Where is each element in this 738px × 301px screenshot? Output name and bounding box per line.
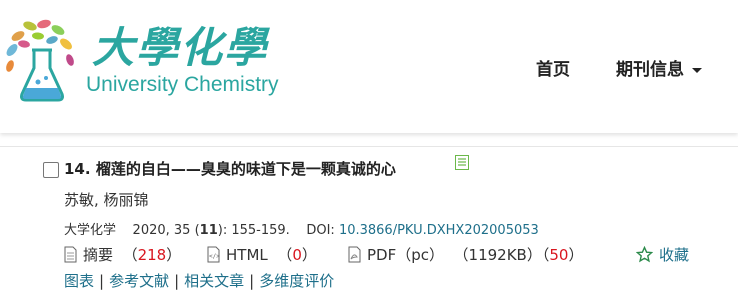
abstract-metric[interactable]: 摘要 （218） bbox=[64, 244, 181, 265]
article-select-checkbox[interactable] bbox=[43, 162, 59, 178]
caret-down-icon bbox=[692, 67, 702, 73]
article-links: 图表 | 参考文献 | 相关文章 | 多维度评价 bbox=[64, 270, 334, 291]
nav-journal-info-label: 期刊信息 bbox=[616, 60, 684, 80]
html-count-open: （ bbox=[277, 246, 293, 264]
logo-chinese-text[interactable]: 大學化學 bbox=[92, 14, 268, 75]
pdf-count: 50 bbox=[549, 246, 569, 264]
pdf-size: （1192KB） bbox=[453, 246, 542, 264]
abstract-label: 摘要 bbox=[83, 246, 114, 264]
abstract-count-close: ） bbox=[166, 246, 182, 264]
nav-journal-info-dropdown[interactable]: 期刊信息 bbox=[616, 55, 702, 80]
link-separator: | bbox=[99, 272, 105, 290]
favorite-label: 收藏 bbox=[659, 246, 690, 264]
article-title-text[interactable]: 榴莲的自白——臭臭的味道下是一颗真诚的心 bbox=[96, 160, 396, 178]
link-separator: | bbox=[249, 272, 255, 290]
html-label: HTML bbox=[226, 246, 268, 264]
html-count: 0 bbox=[292, 246, 302, 264]
link-figures[interactable]: 图表 bbox=[64, 272, 94, 290]
article-citation: 大学化学 2020, 35 (11): 155-159. DOI: 10.386… bbox=[64, 219, 539, 238]
html-metric[interactable]: </> HTML （0） bbox=[207, 244, 317, 265]
html-count-close: ） bbox=[301, 246, 317, 264]
link-related-articles[interactable]: 相关文章 bbox=[184, 272, 244, 290]
link-references[interactable]: 参考文献 bbox=[109, 272, 169, 290]
doi-link[interactable]: 10.3866/PKU.DXHX202005053 bbox=[339, 223, 539, 238]
pdf-label: PDF（pc） bbox=[367, 246, 444, 264]
link-separator: | bbox=[174, 272, 180, 290]
abstract-icon bbox=[64, 246, 77, 263]
article-title[interactable]: 14. 榴莲的自白——臭臭的味道下是一颗真诚的心 bbox=[64, 158, 396, 179]
article-authors: 苏敏, 杨丽锦 bbox=[64, 191, 149, 209]
pages: ): 155-159. bbox=[217, 223, 290, 238]
pdf-count-close: ） bbox=[568, 246, 584, 264]
journal-name: 大学化学 bbox=[64, 223, 117, 238]
logo-flask-tree-icon[interactable] bbox=[2, 16, 80, 106]
star-icon bbox=[636, 246, 653, 263]
link-multi-evaluation[interactable]: 多维度评价 bbox=[259, 272, 334, 290]
divider bbox=[0, 146, 738, 147]
article-number: 14. bbox=[64, 160, 91, 178]
nav-home-link[interactable]: 首页 bbox=[536, 55, 570, 80]
issue-number: 11 bbox=[199, 223, 218, 238]
favorite-button[interactable]: 收藏 bbox=[636, 244, 689, 265]
site-header: 大學化學 University Chemistry 首页 期刊信息 bbox=[0, 0, 738, 133]
logo-english-text[interactable]: University Chemistry bbox=[86, 73, 279, 97]
html-icon: </> bbox=[207, 246, 220, 263]
pdf-icon bbox=[348, 246, 361, 263]
year-volume: 2020, 35 ( bbox=[132, 223, 200, 238]
doi-label: DOI: bbox=[306, 223, 335, 238]
document-icon[interactable] bbox=[455, 155, 469, 170]
abstract-count-open: （ bbox=[122, 246, 138, 264]
pdf-metric[interactable]: PDF（pc） （1192KB）（50） bbox=[348, 244, 583, 265]
svg-text:</>: </> bbox=[209, 253, 220, 260]
abstract-count: 218 bbox=[137, 246, 167, 264]
